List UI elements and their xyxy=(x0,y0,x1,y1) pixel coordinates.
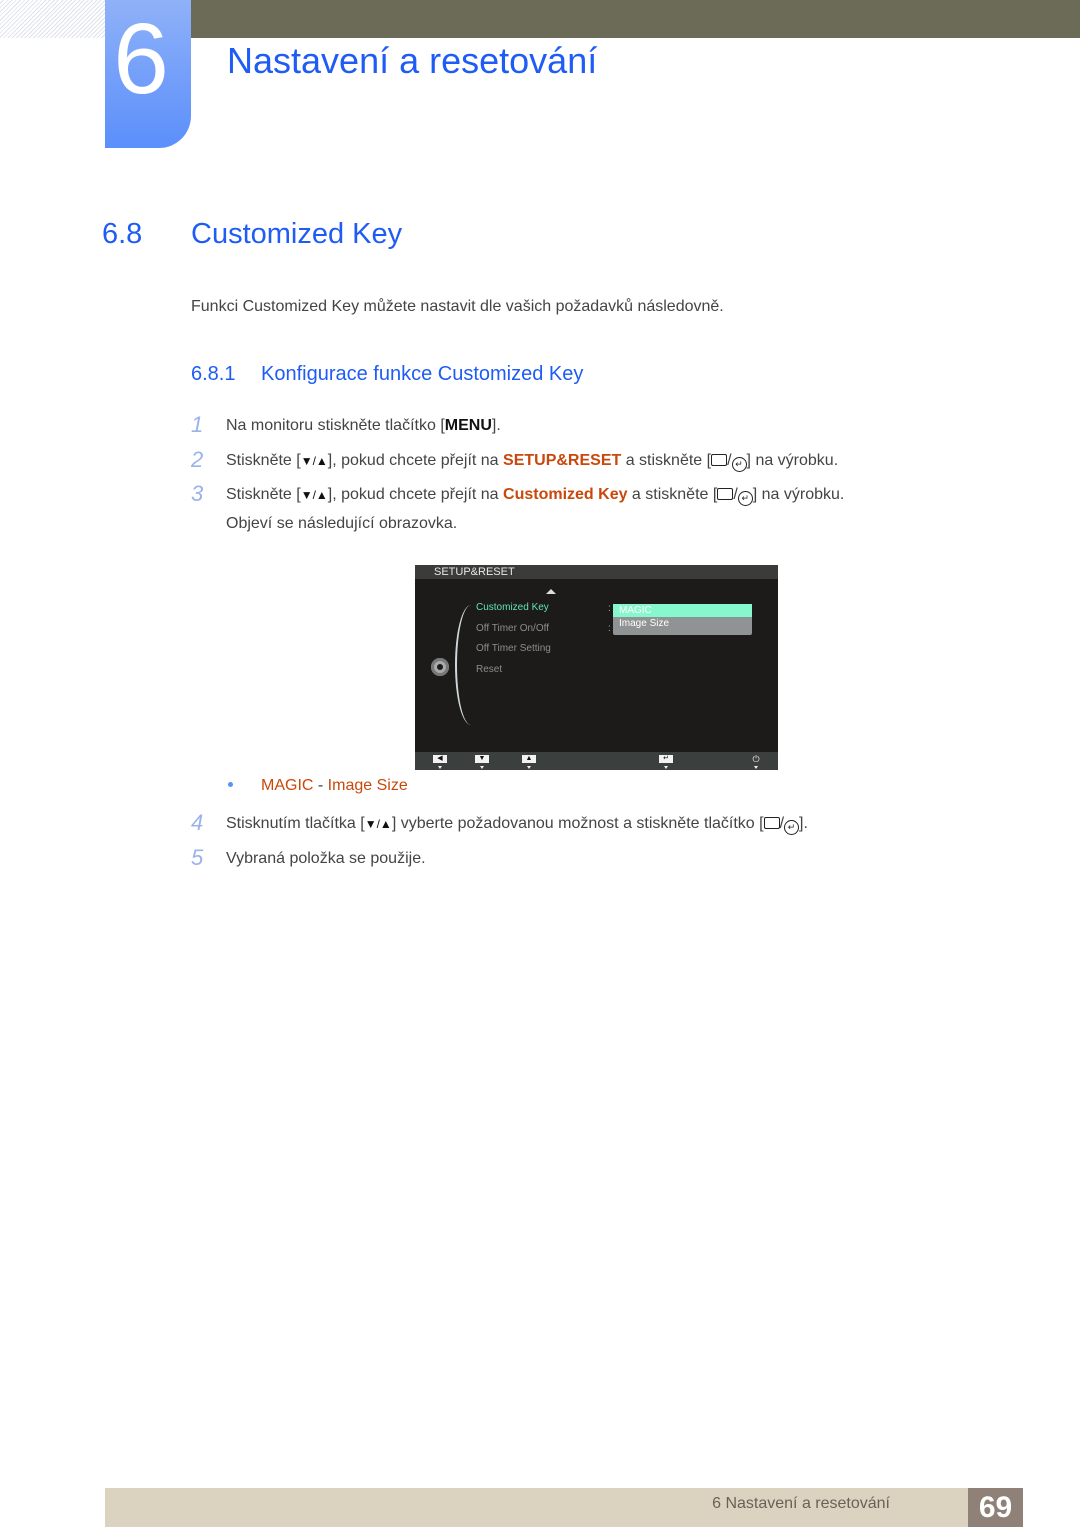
osd-button-bar: ◀ ▼ ▲ ↵ ⏻ xyxy=(415,752,778,770)
footer-chapter-label: 6 Nastavení a resetování xyxy=(712,1495,890,1512)
osd-header: SETUP&RESET xyxy=(415,565,778,579)
osd-colon: : xyxy=(608,603,611,614)
osd-option-magic[interactable]: MAGIC xyxy=(613,604,752,617)
step-text: Na monitoru stiskněte tlačítko [ xyxy=(226,417,445,434)
highlight-term: Customized Key xyxy=(503,486,628,503)
source-button-icon xyxy=(763,817,780,829)
osd-option-list: MAGIC Image Size xyxy=(613,604,752,635)
enter-button-icon: ↵ xyxy=(737,491,753,506)
step-3-continuation: Objeví se následující obrazovka. xyxy=(226,515,458,532)
left-arrow-icon[interactable]: ◀ xyxy=(433,755,447,763)
page-footer: 6 Nastavení a resetování 69 xyxy=(105,1488,1023,1527)
pointer-icon xyxy=(664,766,668,769)
down-up-arrows-icon: ▼/▲ xyxy=(300,488,328,502)
osd-item-off-timer-onoff[interactable]: Off Timer On/Off xyxy=(476,623,549,634)
pointer-icon xyxy=(754,766,758,769)
step-2: 2 Stiskněte [▼/▲], pokud chcete přejít na… xyxy=(191,447,839,472)
section-number: 6.8 xyxy=(102,218,143,250)
enter-button-icon: ↵ xyxy=(784,820,800,835)
source-button-icon xyxy=(717,488,734,500)
pointer-icon xyxy=(527,766,531,769)
step-number: 2 xyxy=(191,447,204,472)
chapter-title: Nastavení a resetování xyxy=(227,40,598,81)
osd-item-customized-key[interactable]: Customized Key xyxy=(476,602,549,613)
header-bar xyxy=(190,0,1080,38)
step-text: ]. xyxy=(491,417,501,434)
option-image-size: Image Size xyxy=(327,777,408,794)
osd-colon: : xyxy=(608,623,611,634)
down-up-arrows-icon: ▼/▲ xyxy=(364,817,392,831)
chapter-tab: 6 xyxy=(105,0,191,148)
up-arrow-icon[interactable]: ▲ xyxy=(522,755,536,763)
step-1: 1 Na monitoru stiskněte tlačítko [MENU]. xyxy=(191,412,501,438)
pointer-icon xyxy=(438,766,442,769)
header-hatch-decoration xyxy=(0,0,105,38)
step-text: ] na výrobku. xyxy=(746,452,839,469)
gear-icon xyxy=(431,658,449,676)
step-4: 4 Stisknutím tlačítka [▼/▲] vyberte požad… xyxy=(191,810,808,835)
step-text: ] na výrobku. xyxy=(752,486,845,503)
page-number: 69 xyxy=(968,1488,1023,1527)
osd-screen: SETUP&RESET Customized Key Off Timer On/… xyxy=(415,565,778,770)
step-text: a stiskněte [ xyxy=(627,486,718,503)
source-button-icon xyxy=(711,454,728,466)
chapter-number: 6 xyxy=(113,3,169,115)
menu-key-label: MENU xyxy=(444,417,492,434)
step-number: 3 xyxy=(191,481,204,506)
step-text: Stisknutím tlačítka [ xyxy=(226,815,365,832)
osd-item-reset[interactable]: Reset xyxy=(476,664,502,675)
osd-option-image-size[interactable]: Image Size xyxy=(613,617,752,630)
step-text: a stiskněte [ xyxy=(621,452,712,469)
subsection-number: 6.8.1 xyxy=(191,363,236,385)
intro-paragraph: Funkci Customized Key můžete nastavit dl… xyxy=(191,298,724,315)
step-number: 5 xyxy=(191,845,204,870)
subsection-title: Konfigurace funkce Customized Key xyxy=(261,363,584,385)
osd-item-off-timer-setting[interactable]: Off Timer Setting xyxy=(476,643,551,654)
option-bullet: MAGIC - Image Size xyxy=(228,777,408,795)
enter-button-icon: ↵ xyxy=(731,457,747,472)
step-text: ]. xyxy=(799,815,808,832)
enter-icon[interactable]: ↵ xyxy=(659,755,673,763)
step-3: 3 Stiskněte [▼/▲], pokud chcete přejít na… xyxy=(191,481,845,506)
step-text: ], pokud chcete přejít na xyxy=(327,486,504,503)
section-title: Customized Key xyxy=(191,218,403,250)
separator: - xyxy=(313,777,328,794)
step-5: 5 Vybraná položka se použije. xyxy=(191,845,426,871)
step-text: ] vyberte požadovanou možnost a stisknět… xyxy=(391,815,764,832)
down-arrow-icon[interactable]: ▼ xyxy=(475,755,489,763)
osd-up-arrow-icon xyxy=(546,589,556,594)
power-icon[interactable]: ⏻ xyxy=(749,754,763,765)
down-up-arrows-icon: ▼/▲ xyxy=(300,454,328,468)
bullet-icon xyxy=(228,782,233,787)
highlight-term: SETUP&RESET xyxy=(503,452,622,469)
step-number: 4 xyxy=(191,810,204,835)
step-text: ], pokud chcete přejít na xyxy=(327,452,504,469)
step-text: Stiskněte [ xyxy=(226,486,301,503)
option-magic: MAGIC xyxy=(261,777,314,794)
step-text: Stiskněte [ xyxy=(226,452,301,469)
pointer-icon xyxy=(480,766,484,769)
step-text: Vybraná položka se použije. xyxy=(226,850,426,867)
step-number: 1 xyxy=(191,412,204,437)
